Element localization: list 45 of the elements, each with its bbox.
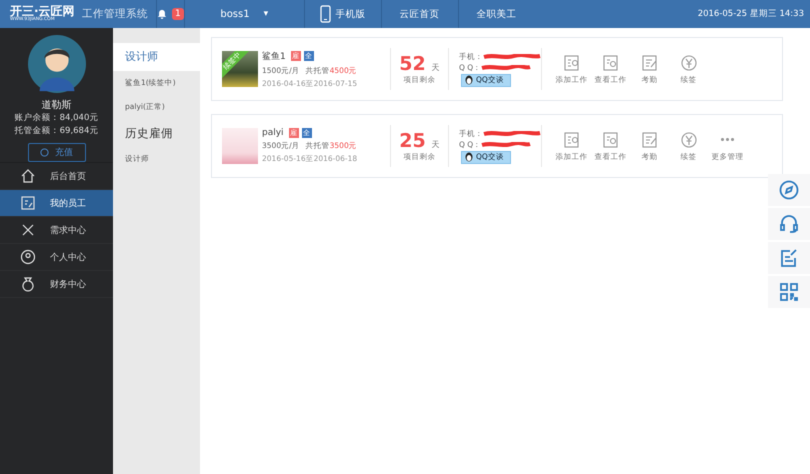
subnav-item[interactable]: 设计师: [113, 43, 200, 71]
penguin-icon: [464, 74, 474, 86]
nav-link[interactable]: 云匠首页: [380, 0, 458, 28]
avatar-icon: [28, 35, 86, 93]
days-unit: 天: [432, 140, 440, 149]
employee-name[interactable]: 鲨鱼1: [262, 50, 286, 62]
subnav-item[interactable]: 历史雇佣: [113, 119, 200, 147]
checklist-icon: [640, 130, 658, 148]
checklist-icon: [640, 54, 658, 72]
yen-icon: [680, 130, 698, 148]
compass-icon[interactable]: [768, 174, 810, 206]
recharge-button[interactable]: 充值: [28, 143, 86, 162]
yen-icon: [680, 54, 698, 72]
redaction-mark: [483, 130, 541, 136]
document-add-icon: [562, 54, 580, 72]
edit-icon[interactable]: [768, 242, 810, 274]
penguin-icon: [464, 152, 474, 162]
days-remaining: 25: [399, 130, 426, 152]
more-icon: [721, 138, 734, 140]
phone-icon: [320, 5, 331, 23]
notification-badge: 1: [172, 8, 184, 20]
employee-name[interactable]: palyi: [262, 128, 284, 138]
redaction-mark: [483, 54, 541, 60]
logo: 开三·云匠网: [10, 5, 76, 18]
days-remaining: 52: [399, 53, 426, 75]
redaction-mark: [481, 142, 532, 148]
qr-code-icon[interactable]: [768, 276, 810, 308]
date-time: 2016-05-25 星期三 14:33: [698, 8, 805, 20]
user-name: 道勒斯: [42, 98, 72, 112]
photo-placeholder: [222, 128, 258, 164]
user-icon: [20, 249, 36, 265]
days-unit: 天: [432, 63, 440, 72]
house-icon: [20, 168, 36, 184]
headset-icon[interactable]: [768, 208, 810, 240]
nav-link[interactable]: 手机版: [304, 0, 381, 28]
redaction-mark: [481, 64, 532, 70]
document-add-icon: [562, 130, 580, 148]
document-search-icon: [602, 130, 620, 148]
account-balance: 账户余额：84,040元: [14, 112, 98, 125]
menu-item[interactable]: 我的员工: [0, 190, 113, 217]
system-title: 工作管理系统: [81, 7, 149, 21]
escrow-amount: 托管金额：69,684元: [14, 125, 98, 138]
document-search-icon: [602, 54, 620, 72]
nav-link[interactable]: 全职美工: [458, 0, 535, 28]
bell-icon[interactable]: [157, 9, 167, 19]
